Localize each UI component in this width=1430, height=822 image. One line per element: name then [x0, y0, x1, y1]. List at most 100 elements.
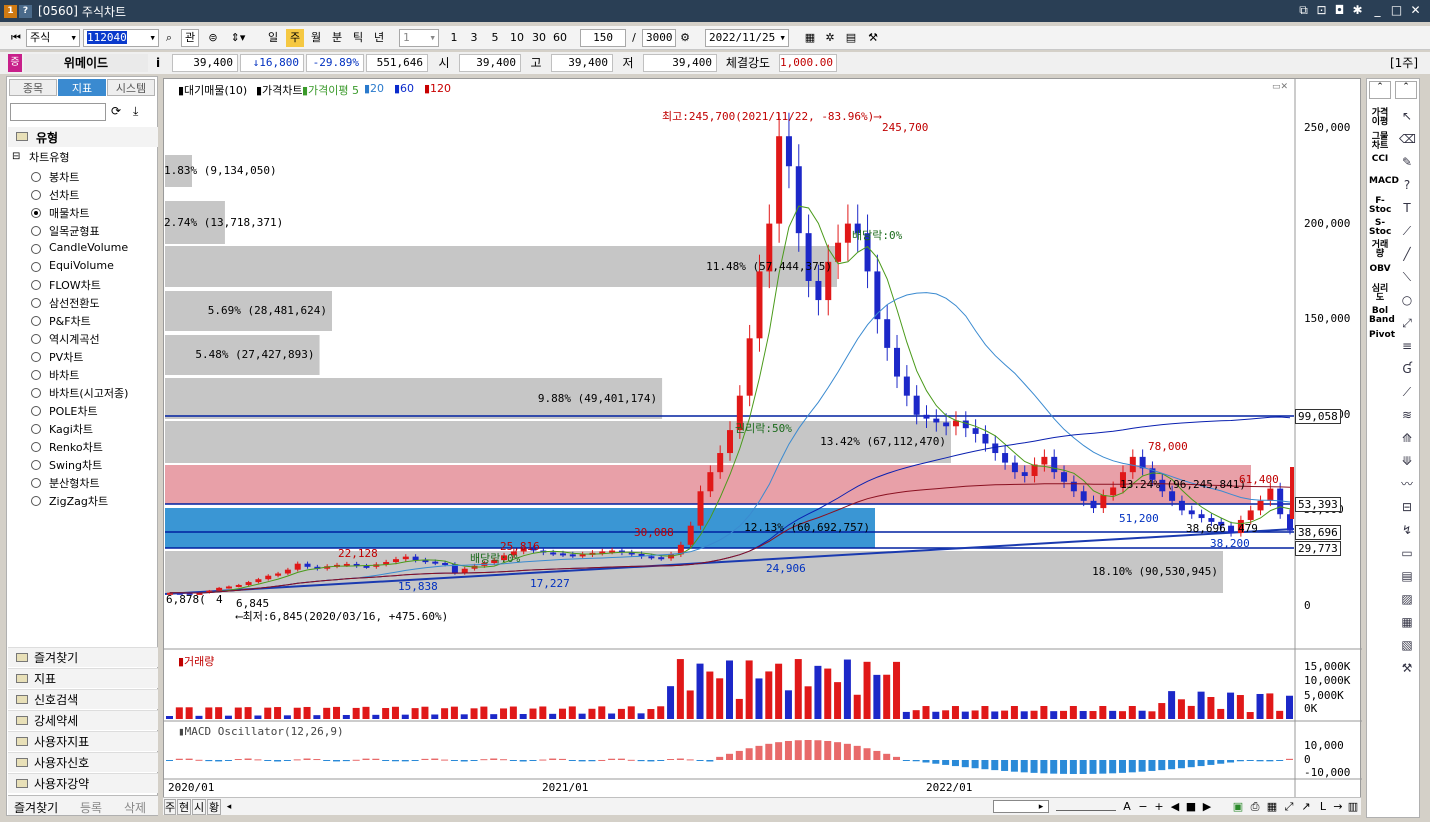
wrench-icon[interactable]: ⚒ — [1399, 661, 1415, 675]
tree-root[interactable]: 차트유형 — [29, 149, 69, 165]
gann-icon[interactable]: Ɠ — [1399, 362, 1415, 376]
interval-5[interactable]: 5 — [487, 29, 503, 47]
radio-15[interactable] — [31, 442, 41, 452]
fill-icon[interactable]: ▨ — [1399, 592, 1415, 606]
copy-window-icon[interactable]: ⊡ — [1314, 3, 1329, 18]
chart-type-16[interactable]: Swing차트 — [49, 457, 102, 473]
chart-type-0[interactable]: 봉차트 — [49, 169, 79, 185]
indicator-shortcut-1[interactable]: 그물차트 — [1369, 133, 1391, 151]
folder-6[interactable]: 사용자강약 — [8, 773, 158, 793]
list-icon[interactable]: ▤ — [1399, 569, 1415, 583]
line-c-icon[interactable]: ⟍ — [1399, 270, 1415, 284]
env-settings-icon[interactable]: ✲ — [822, 29, 838, 47]
chart-window[interactable]: ▮대기매물(10) ▮가격차트 ▮가격이평 5 ▮20 ▮60 ▮120 ▭✕ 1.83%… — [163, 78, 1362, 799]
fit-icon[interactable]: ⤢ — [1282, 799, 1296, 815]
indicator-shortcut-0[interactable]: 가격이평 — [1369, 109, 1391, 127]
folder-2[interactable]: 신호검색 — [8, 689, 158, 709]
folder-5[interactable]: 사용자신호 — [8, 752, 158, 772]
chart-type-15[interactable]: Renko차트 — [49, 439, 103, 455]
chart-type-18[interactable]: ZigZag차트 — [49, 493, 108, 509]
zigzag-icon[interactable]: 〰 — [1399, 477, 1415, 491]
download-icon[interactable]: ⤓ — [133, 104, 149, 120]
radio-14[interactable] — [31, 424, 41, 434]
radio-13[interactable] — [31, 406, 41, 416]
indicator-shortcut-6[interactable]: 거래량 — [1369, 241, 1391, 259]
parallel-icon[interactable]: ≡ — [1399, 339, 1415, 353]
trend-a-icon[interactable]: ⟋ — [1399, 385, 1415, 399]
zoom-in-icon[interactable]: + — [1153, 799, 1165, 815]
settings-icon[interactable]: ⚙ — [677, 29, 693, 47]
section-header[interactable]: 유형 — [8, 127, 158, 147]
chart-type-2[interactable]: 매물차트 — [49, 205, 89, 221]
chart-type-13[interactable]: POLE차트 — [49, 403, 98, 419]
refresh-icon[interactable]: ⟳ — [111, 104, 127, 120]
prev-icon[interactable]: ◀ — [1169, 799, 1181, 815]
indicator-shortcut-10[interactable]: Pivot — [1369, 331, 1395, 340]
scroll-right-icon[interactable]: ▸ — [1036, 799, 1046, 815]
circle-icon[interactable]: ○ — [1399, 293, 1415, 307]
link-icon[interactable]: ⧉ — [1296, 3, 1311, 18]
chart-type-14[interactable]: Kagi차트 — [49, 421, 93, 437]
indicator-shortcut-2[interactable]: CCI — [1369, 155, 1391, 164]
tab-indicator[interactable]: 지표 — [58, 79, 106, 96]
favorites-footer-button[interactable]: 즐겨찾기 — [14, 799, 58, 816]
log-icon[interactable]: L — [1316, 799, 1330, 815]
text-icon[interactable]: T — [1399, 201, 1415, 215]
up-arrow-icon[interactable]: ⟰ — [1399, 431, 1415, 445]
tab-system[interactable]: 시스템 — [107, 79, 155, 96]
radio-6[interactable] — [31, 280, 41, 290]
help-icon[interactable]: ? — [19, 4, 32, 18]
scroll-up-icon[interactable]: ⌃ — [1369, 81, 1391, 99]
market-select[interactable]: 주식 ▾ — [26, 29, 80, 47]
stock-code-input[interactable]: 112040 ▾ — [83, 29, 159, 47]
close-button[interactable]: ✕ — [1408, 3, 1423, 18]
chart-type-icon[interactable]: ▦ — [802, 29, 818, 47]
grid-icon[interactable]: ▥ — [1346, 799, 1360, 815]
zoom-slider[interactable] — [1056, 801, 1116, 811]
interval-1[interactable]: 1 — [446, 29, 462, 47]
stock-name[interactable]: 위메이드 — [24, 54, 148, 72]
interval-10[interactable]: 10 — [507, 29, 527, 47]
indicator-shortcut-3[interactable]: MACD — [1369, 177, 1399, 186]
delete-button[interactable]: 삭제 — [124, 799, 146, 816]
pencil-icon[interactable]: ✎ — [1399, 155, 1415, 169]
scroll-left-icon[interactable]: ◂ — [223, 799, 235, 815]
maximize-button[interactable]: □ — [1389, 3, 1404, 18]
updown-icon[interactable]: ⇕▾ — [225, 29, 251, 47]
down-arrow-icon[interactable]: ⟱ — [1399, 454, 1415, 468]
folder-1[interactable]: 지표 — [8, 668, 158, 688]
radio-4[interactable] — [31, 244, 41, 254]
folder-0[interactable]: 즐겨찾기 — [8, 647, 158, 667]
gear-icon[interactable]: ✱ — [1350, 3, 1365, 18]
chart-type-4[interactable]: CandleVolume — [49, 241, 128, 254]
radio-0[interactable] — [31, 172, 41, 182]
chart-type-10[interactable]: PV차트 — [49, 349, 83, 365]
indicator-search-input[interactable] — [10, 103, 106, 121]
chart-type-1[interactable]: 선차트 — [49, 187, 79, 203]
indicator-shortcut-9[interactable]: Bol Band — [1369, 307, 1395, 325]
radio-2[interactable] — [31, 208, 41, 218]
radio-10[interactable] — [31, 352, 41, 362]
interval-30[interactable]: 30 — [529, 29, 549, 47]
grid-icon[interactable]: ▦ — [1399, 615, 1415, 629]
zoom-out-icon[interactable]: − — [1137, 799, 1149, 815]
folder-3[interactable]: 강세약세 — [8, 710, 158, 730]
period-month[interactable]: 월 — [307, 29, 325, 47]
layout-icon[interactable]: ▦ — [1265, 799, 1279, 815]
pointer-icon[interactable]: ↖ — [1399, 109, 1415, 123]
stock-list-icon[interactable]: ⊜ — [203, 29, 223, 47]
save-icon[interactable]: ▤ — [843, 29, 859, 47]
camera-icon[interactable]: ◘ — [1332, 3, 1347, 18]
period-minute[interactable]: 분 — [328, 29, 346, 47]
info-icon[interactable]: i — [150, 54, 166, 72]
chart-type-7[interactable]: 삼선전환도 — [49, 295, 100, 311]
radio-7[interactable] — [31, 298, 41, 308]
chart-type-12[interactable]: 바차트(시고저종) — [49, 385, 128, 401]
chart-type-3[interactable]: 일목균형표 — [49, 223, 100, 239]
radio-16[interactable] — [31, 460, 41, 470]
tool-icon[interactable]: ⚒ — [864, 29, 882, 47]
eraser-icon[interactable]: ⌫ — [1399, 132, 1416, 146]
period-week[interactable]: 주 — [286, 29, 304, 47]
period-tick[interactable]: 틱 — [349, 29, 367, 47]
stop-icon[interactable]: ■ — [1185, 799, 1197, 815]
